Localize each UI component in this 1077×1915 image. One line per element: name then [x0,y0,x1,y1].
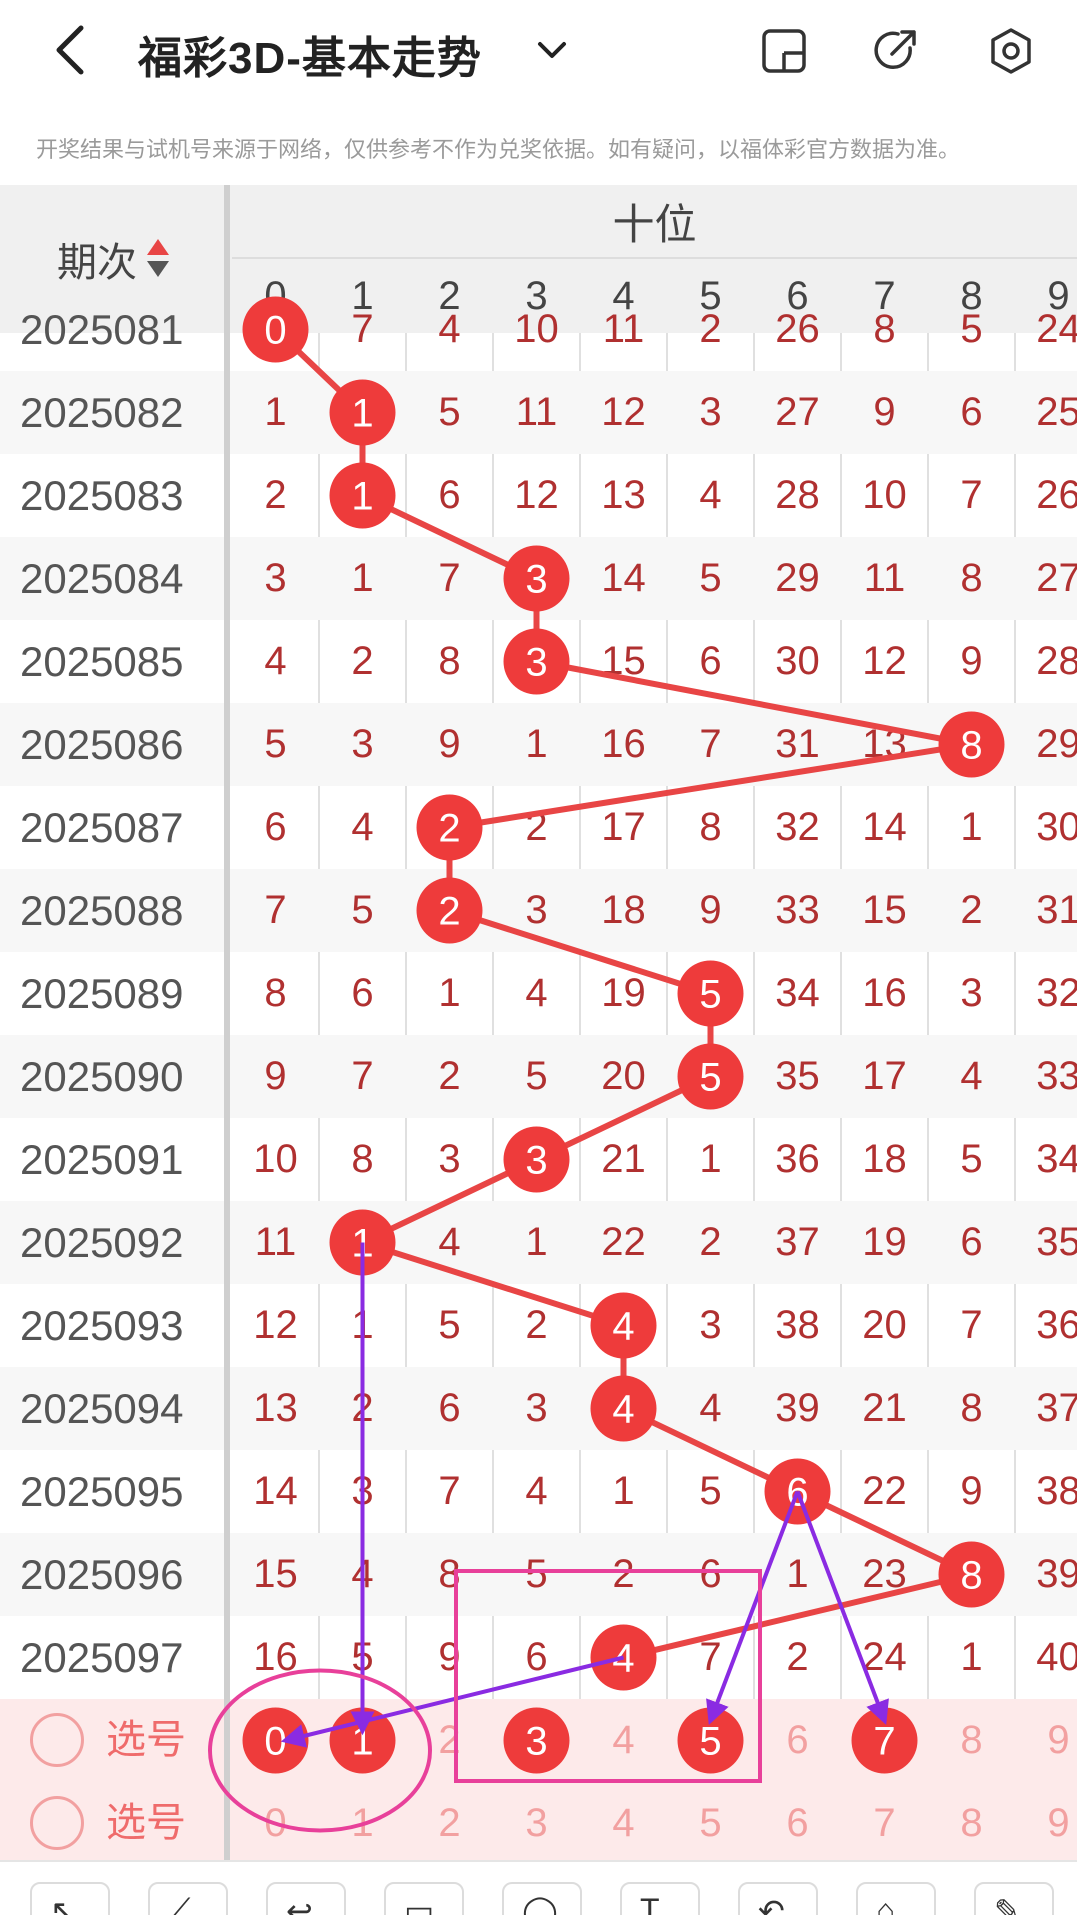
trend-table: 期次 十位 0123456789 2025081 7 4 10 11 2 26 8 5 24 202… [0,185,1077,1865]
selected-ball-number: 7 [873,1720,895,1764]
layout-button[interactable] [755,22,813,80]
title-dropdown-button[interactable] [530,28,574,72]
back-button[interactable] [40,18,100,82]
curve-tool-button[interactable]: ↩ [266,1882,346,1915]
curve-tool-icon: ↩ [286,1893,313,1915]
eraser-button[interactable]: ⌂ [856,1882,936,1915]
share-icon [874,30,916,70]
drawing-toolbar: ↖ ⟋ ↩ ▭ ◯ T ↶ ⌂ ✎ [0,1860,1077,1915]
hit-ball-number: 2 [438,807,460,851]
hit-ball-number: 0 [264,309,286,353]
page-title: 福彩3D-基本走势 [138,34,482,83]
hit-ball-number: 1 [351,392,373,436]
selected-ball-number: 0 [264,1720,286,1764]
undo-icon: ↶ [758,1893,785,1915]
hit-ball-number: 3 [525,641,547,685]
rectangle-tool-button[interactable]: ▭ [384,1882,464,1915]
clear-icon: ✎ [994,1893,1021,1915]
ellipse-tool-icon: ◯ [522,1893,558,1915]
annotation-ellipse [208,1668,432,1833]
hit-ball-number: 5 [699,973,721,1017]
chevron-left-icon [56,25,84,75]
trend-overlay: 0113382255314468401357 [208,296,1005,1833]
settings-icon [991,28,1031,74]
hit-ball-number: 8 [960,1554,982,1598]
selected-ball-number: 5 [699,1720,721,1764]
arrow-tool-button[interactable]: ↖ [30,1882,110,1915]
trend-line [273,327,975,1661]
ellipse-tool-button[interactable]: ◯ [502,1882,582,1915]
hit-ball-number: 4 [612,1305,634,1349]
annotation-arrow [706,1490,800,1725]
chevron-down-icon [538,42,566,58]
settings-button[interactable] [982,22,1040,80]
text-tool-button[interactable]: T [620,1882,700,1915]
hit-ball-number: 1 [351,475,373,519]
hit-ball-number: 3 [525,1139,547,1183]
undo-button[interactable]: ↶ [738,1882,818,1915]
hit-ball-number: 3 [525,558,547,602]
arrow-tool-icon: ↖ [50,1893,77,1915]
disclaimer-text: 开奖结果与试机号来源于网络，仅供参考不作为兑奖依据。如有疑问，以福体彩官方数据为… [36,137,961,162]
rectangle-tool-icon: ▭ [404,1893,435,1915]
hit-ball-number: 4 [612,1388,634,1432]
line-tool-icon: ⟋ [168,1892,191,1915]
hit-ball-number: 2 [438,890,460,934]
eraser-icon: ⌂ [876,1892,896,1915]
selected-ball-number: 3 [525,1720,547,1764]
line-tool-button[interactable]: ⟋ [148,1882,228,1915]
hit-ball-number: 5 [699,1056,721,1100]
text-tool-icon: T [640,1892,660,1915]
app-header: 福彩3D-基本走势 [0,0,1077,100]
hit-ball-number: 8 [960,724,982,768]
clear-button[interactable]: ✎ [974,1882,1054,1915]
share-button[interactable] [866,22,924,80]
layout-icon [762,29,806,73]
